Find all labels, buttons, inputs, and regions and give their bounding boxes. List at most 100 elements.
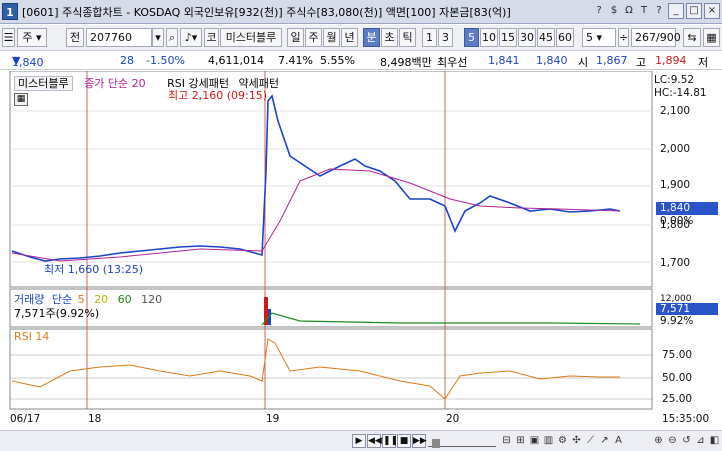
ruler-icon[interactable]: ⊿ [694,434,707,448]
grid-icon[interactable]: ▦ [703,28,720,47]
arrow-icon[interactable]: ↗ [598,434,611,448]
vol-ma60-legend: 60 [117,293,132,306]
rsi-line [11,338,620,400]
interval-15-button[interactable]: 15 [499,28,517,47]
chart-icon[interactable]: ▥ [542,434,555,448]
turnover-ratio: 5.55% [320,54,355,67]
text-size-icon[interactable]: T [637,3,651,19]
volume-ratio: 7.41% [278,54,313,67]
zoom-out-icon[interactable]: ⊟ [500,434,513,448]
ask-price: 1,841 [488,54,520,67]
jeon-button[interactable]: 전 [66,28,84,47]
minimize-button[interactable]: _ [668,3,684,19]
title-buttons: ? $ Ω T ? _ □ × [592,3,720,19]
zoom-slider-thumb[interactable] [432,439,440,448]
interval-10-button[interactable]: 10 [480,28,498,47]
stock-name-legend: 미스터블루 [14,76,73,91]
interval-45-button[interactable]: 45 [537,28,555,47]
zoom-in-icon[interactable]: ⊞ [514,434,527,448]
close-button[interactable]: × [704,3,720,19]
interval-1-button[interactable]: 1 [422,28,437,47]
high-label: 고 [636,56,647,69]
stock-code-input[interactable]: 207760 [86,28,152,47]
interval-5-button[interactable]: 5 [464,28,479,47]
minus-icon[interactable]: ⊖ [666,434,679,448]
price-line [11,94,621,262]
search-icon[interactable]: ⌕ [166,28,178,47]
chart-svg[interactable] [0,71,722,430]
x-label-19: 19 [266,413,280,425]
priority-label: 최우선 [437,56,468,69]
x-label-20: 20 [446,413,460,425]
current-price-tag: 1,840 [656,202,718,215]
window-title: [0601] 주식종합차트 - KOSDAQ 외국인보유[932(천)] 주식수… [22,6,511,19]
interval-30-button[interactable]: 30 [518,28,536,47]
omega-icon[interactable]: Ω [622,3,636,19]
lc-label: LC:9.52 [654,74,695,86]
ma20-legend: 종가 단순 20 [84,77,146,90]
y-tick-1700: 1,700 [660,257,691,269]
info-icon[interactable]: ? [652,3,666,19]
speaker-icon[interactable]: ♪▾ [180,28,202,47]
period-day-button[interactable]: 일 [287,28,304,47]
period-tick-button[interactable]: 틱 [399,28,416,47]
market-select[interactable]: 주 ▾ [17,28,47,47]
cross-icon[interactable]: ✣ [570,434,583,448]
reset-icon[interactable]: ↺ [680,434,693,448]
open-label: 시 [578,56,589,69]
count-input[interactable]: 267/900 [631,28,681,47]
maximize-button[interactable]: □ [686,3,702,19]
period-minute-button[interactable]: 분 [363,28,380,47]
bid-price: 1,840 [536,54,568,67]
y-tick-2000: 2,000 [660,143,691,155]
table-icon[interactable]: ▦ [14,93,28,106]
trend-icon[interactable]: ⟋ [584,434,597,448]
layout-icon[interactable]: ▣ [528,434,541,448]
interval-60-button[interactable]: 60 [556,28,574,47]
volume-value: 7,571주(9.92%) [14,307,100,320]
zoom-slider[interactable] [428,435,496,448]
text-icon[interactable]: A [612,434,625,448]
stop-icon[interactable]: ■ [397,434,411,448]
x-time-label: 15:35:00 [662,413,710,425]
period-year-button[interactable]: 년 [341,28,358,47]
quote-infobar: 1,840 ▼ 28 -1.50% 4,611,014 7.41% 5.55% … [0,52,722,70]
interval-input[interactable]: 5 ▾ [582,28,616,47]
current-pct-tag: 0.00% [660,215,694,227]
rsi-panel-frame [9,328,653,410]
currency-icon[interactable]: $ [607,3,621,19]
help-icon[interactable]: ? [592,3,606,19]
period-week-button[interactable]: 주 [305,28,322,47]
volume-ma-line [261,312,641,326]
panel-icon[interactable]: ◧ [708,434,721,448]
y-tick-2100: 2,100 [660,105,691,117]
rsi-tick-50: 50.00 [662,372,693,384]
settings-icon[interactable]: ⚙ [556,434,569,448]
rsi-legend: RSI 14 [14,330,50,343]
vol-ma120-legend: 120 [141,293,163,306]
trade-amount: 8,498백만 [380,56,432,69]
price-change-pct: -1.50% [146,54,185,67]
window-titlebar: 1 [0601] 주식종합차트 - KOSDAQ 외국인보유[932(천)] 주… [0,0,722,24]
high-price: 1,894 [655,54,687,67]
kosdaq-button[interactable]: 코 [204,28,219,47]
volume-tag: 7,571 [656,303,718,315]
compare-icon[interactable]: ⇆ [683,28,701,47]
period-second-button[interactable]: 초 [381,28,398,47]
rsi-tick-25: 25.00 [662,393,693,405]
app-icon: 1 [2,3,18,20]
play-icon[interactable]: ▶ [352,434,366,448]
hc-label: HC:-14.81 [654,87,707,99]
price-change: 28 [120,54,134,67]
list-icon[interactable]: ☰ [2,28,15,47]
up-down-stepper[interactable]: ÷ [618,28,629,47]
chart-area[interactable]: 미스터블루 종가 단순 20 RSI 강세패턴 약세패턴 ▦ 최고 2,160 … [0,71,722,430]
pause-icon[interactable]: ❚❚ [382,434,398,448]
plus-icon[interactable]: ⊕ [652,434,665,448]
period-month-button[interactable]: 월 [323,28,340,47]
first-icon[interactable]: ◀◀ [367,434,382,448]
interval-3-button[interactable]: 3 [438,28,453,47]
code-dropdown-icon[interactable]: ▾ [152,28,164,47]
last-icon[interactable]: ▶▶ [412,434,427,448]
y-tick-1900: 1,900 [660,179,691,191]
